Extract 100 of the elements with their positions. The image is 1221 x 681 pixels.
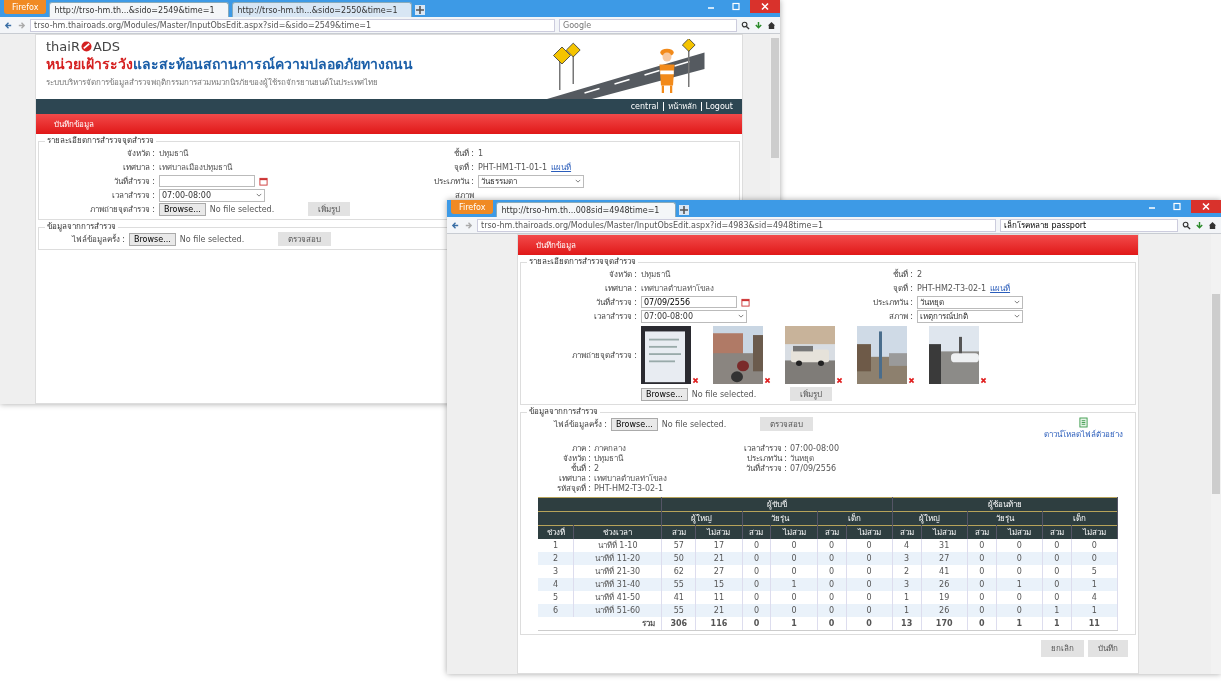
- close-icon[interactable]: [1191, 200, 1221, 213]
- browser-tab[interactable]: http://trso-hm.th...&sido=2550&time=1: [232, 2, 413, 17]
- file-status: No file selected.: [179, 234, 245, 244]
- field-label: ภาพถ่ายจุดสำรวจ :: [88, 203, 155, 216]
- scrollbar-thumb[interactable]: [1212, 294, 1220, 494]
- delete-icon[interactable]: [908, 377, 915, 384]
- table-header: ช่วงเวลา: [573, 525, 662, 539]
- table-cell: 0: [1071, 552, 1118, 565]
- field-label: สภาพ :: [887, 310, 913, 323]
- table-header: สวม: [1042, 525, 1072, 539]
- field-label: ไฟล์ข้อมูลครั้ง :: [70, 233, 125, 246]
- table-header: ผู้ขับขี่: [661, 497, 893, 512]
- dropdown[interactable]: วันธรรมดา: [478, 174, 584, 188]
- table-cell: 0: [817, 578, 846, 591]
- calendar-icon[interactable]: [741, 297, 750, 307]
- table-cell: 21: [695, 552, 743, 565]
- download-link[interactable]: ดาวน์โหลดไฟล์ตัวอย่าง: [1044, 428, 1123, 441]
- delete-icon[interactable]: [980, 377, 987, 384]
- delete-icon[interactable]: [836, 377, 843, 384]
- file-status: No file selected.: [209, 204, 275, 214]
- browser-tab[interactable]: http://trso-hm.th...&sido=2549&time=1: [49, 2, 230, 17]
- search-icon[interactable]: [741, 20, 750, 30]
- search-icon[interactable]: [1182, 220, 1191, 230]
- table-header: เด็ก: [1042, 511, 1118, 526]
- home-icon[interactable]: [1208, 220, 1217, 230]
- delete-icon[interactable]: [764, 377, 771, 384]
- search-field[interactable]: เล็กโรคหลาย passport: [1000, 218, 1178, 232]
- info-value: วันหยุด: [790, 452, 814, 464]
- new-tab-icon[interactable]: [679, 205, 690, 215]
- address-bar[interactable]: trso-hm.thairoads.org/Modules/Master/InputObsEdit.aspx?sid=&sido=2549&time=1: [30, 18, 555, 32]
- table-cell: 1: [1042, 604, 1072, 617]
- info-label: ภาค :: [570, 442, 591, 455]
- new-tab-icon[interactable]: [415, 5, 426, 15]
- section-legend: รายละเอียดการสำรวจจุดสำรวจ: [45, 136, 156, 146]
- home-icon[interactable]: [767, 20, 776, 30]
- form-button[interactable]: บันทึก: [1088, 640, 1128, 657]
- table-cell: 306: [661, 617, 696, 631]
- form-button[interactable]: ยกเลิก: [1041, 640, 1084, 657]
- field-label: จุดที่ :: [452, 161, 474, 174]
- table-header: วัยรุ่น: [967, 511, 1043, 526]
- search-field[interactable]: Google: [559, 18, 737, 32]
- table-cell: 1: [892, 604, 922, 617]
- scrollbar-thumb[interactable]: [771, 38, 779, 158]
- check-button[interactable]: ตรวจสอบ: [278, 232, 332, 246]
- table-header: ไม่สวม: [846, 525, 893, 539]
- calendar-icon[interactable]: [259, 176, 268, 186]
- close-icon[interactable]: [750, 0, 780, 13]
- table-cell: 1: [770, 617, 818, 631]
- field-value: PHT-HM2-T3-02-1: [917, 283, 987, 293]
- table-cell: 1: [1042, 617, 1072, 631]
- dropdown[interactable]: 07:00-08:00: [159, 188, 265, 202]
- info-value: 07:00-08:00: [790, 443, 839, 453]
- table-cell: 50: [661, 552, 696, 565]
- date-field[interactable]: 07/09/2556: [641, 296, 737, 308]
- table-cell: 0: [967, 617, 997, 631]
- field-label: จุดที่ :: [891, 282, 913, 295]
- add-photo-button[interactable]: เพิ่มรูป: [308, 202, 351, 216]
- nav-link[interactable]: central: [626, 102, 663, 111]
- table-header: ไม่สวม: [1071, 525, 1118, 539]
- download-icon[interactable]: [1195, 220, 1204, 230]
- back-icon[interactable]: [451, 220, 460, 230]
- browse-button[interactable]: Browse...: [611, 417, 658, 431]
- table-cell: 1: [1071, 604, 1118, 617]
- spreadsheet-icon[interactable]: [1079, 417, 1088, 428]
- nav-link[interactable]: หน้าหลัก: [662, 102, 701, 111]
- address-bar[interactable]: trso-hm.thairoads.org/Modules/Master/InputObsEdit.aspx?id=4983&sid=4948time=1: [477, 218, 996, 232]
- dropdown[interactable]: 07:00-08:00: [641, 309, 747, 323]
- browse-button[interactable]: Browse...: [641, 387, 688, 401]
- table-cell: 0: [742, 578, 771, 591]
- check-button[interactable]: ตรวจสอบ: [760, 417, 814, 431]
- field-label: ประเภทวัน :: [871, 296, 913, 309]
- back-icon[interactable]: [4, 20, 13, 30]
- info-label: เวลาสำรวจ :: [742, 442, 787, 455]
- map-link[interactable]: แผนที่: [551, 160, 572, 174]
- table-cell: 55: [661, 578, 696, 591]
- browse-button[interactable]: Browse...: [159, 202, 206, 216]
- table-cell: 0: [770, 604, 818, 617]
- delete-icon[interactable]: [692, 377, 699, 384]
- caret-icon: [1014, 314, 1020, 318]
- table-cell: 1: [1071, 578, 1118, 591]
- date-field[interactable]: [159, 175, 255, 187]
- add-photo-button[interactable]: เพิ่มรูป: [790, 387, 833, 401]
- table-header: สวม: [967, 525, 997, 539]
- dropdown[interactable]: เหตุการณ์ปกติ: [917, 309, 1023, 323]
- nav-link[interactable]: Logout: [700, 102, 737, 111]
- map-link[interactable]: แผนที่: [990, 281, 1011, 295]
- download-icon[interactable]: [754, 20, 763, 30]
- field-value: ปทุมธานี: [159, 147, 188, 160]
- browser-tab[interactable]: http://trso-hm.th...008sid=4948time=1: [496, 202, 677, 217]
- browse-button[interactable]: Browse...: [129, 232, 176, 246]
- table-header: ไม่สวม: [695, 525, 743, 539]
- dropdown[interactable]: วันหยุด: [917, 295, 1023, 309]
- field-label: วันที่สำรวจ :: [112, 175, 155, 188]
- table-cell: 0: [967, 578, 997, 591]
- table-header: ผู้ซ้อนท้าย: [892, 497, 1118, 512]
- table-cell: 0: [817, 604, 846, 617]
- info-value: ปทุมธานี: [594, 452, 623, 464]
- table-cell: 0: [742, 604, 771, 617]
- logo-text: ADS: [92, 39, 121, 54]
- table-cell: 55: [661, 604, 696, 617]
